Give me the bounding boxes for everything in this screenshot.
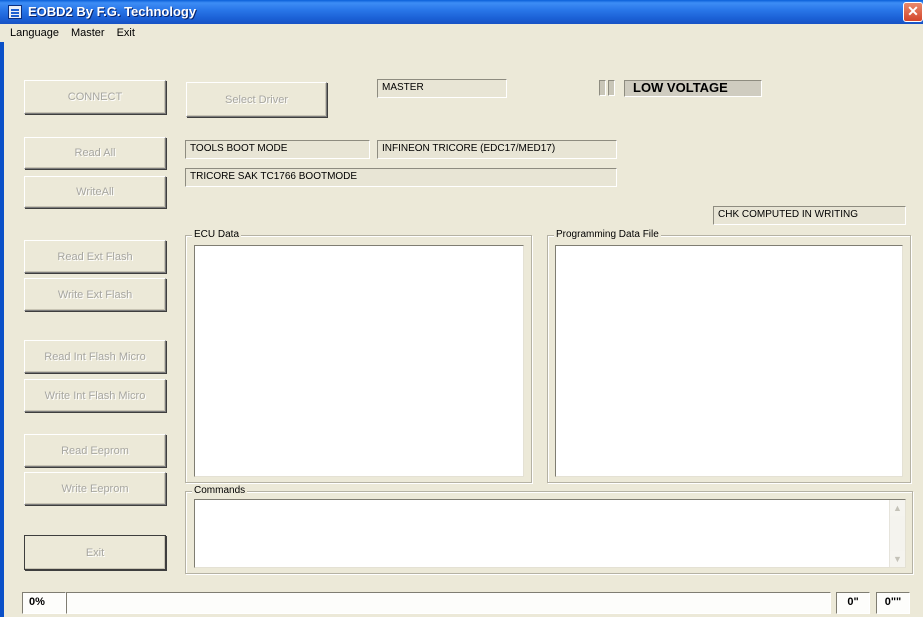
app-icon [8,5,22,19]
write-ext-flash-button[interactable]: Write Ext Flash [24,278,166,311]
scroll-up-icon[interactable]: ▲ [890,500,905,516]
commands-scrollbar[interactable]: ▲ ▼ [889,500,905,567]
processor-field: INFINEON TRICORE (EDC17/MED17) [377,140,617,159]
voltage-status-field: LOW VOLTAGE [624,80,762,97]
ecu-data-label: ECU Data [192,229,242,241]
window-frame-left [0,24,4,617]
commands-text-area[interactable]: ▲ ▼ [194,499,906,568]
read-eeprom-button[interactable]: Read Eeprom [24,434,166,467]
menu-bar: Language Master Exit [0,24,923,42]
progress-status: 0% [22,592,66,614]
menu-exit[interactable]: Exit [117,27,135,39]
boot-detail-field: TRICORE SAK TC1766 BOOTMODE [185,168,617,187]
voltage-indicator-2 [608,80,615,96]
ecu-data-group: ECU Data [185,229,532,483]
connect-button[interactable]: CONNECT [24,80,166,114]
programming-data-file-list[interactable] [555,245,903,477]
read-int-flash-micro-button[interactable]: Read Int Flash Micro [24,340,166,373]
commands-label: Commands [192,485,248,497]
boot-mode-field: TOOLS BOOT MODE [185,140,370,159]
scroll-down-icon[interactable]: ▼ [890,551,905,567]
checksum-field: CHK COMPUTED IN WRITING [713,206,906,225]
menu-master[interactable]: Master [71,27,105,39]
title-bar: EOBD2 By F.G. Technology ✕ [0,0,923,24]
ecu-data-list[interactable] [194,245,524,477]
write-all-button[interactable]: WriteAll [24,176,166,208]
read-ext-flash-button[interactable]: Read Ext Flash [24,240,166,273]
programming-data-file-group: Programming Data File [547,229,911,483]
window-title: EOBD2 By F.G. Technology [28,4,197,19]
select-driver-button[interactable]: Select Driver [186,82,327,117]
mode-field: MASTER [377,79,507,98]
exit-button[interactable]: Exit [24,535,166,570]
time-seconds: 0" [836,592,870,614]
status-message [66,592,831,614]
time-subseconds: 0"" [876,592,910,614]
write-eeprom-button[interactable]: Write Eeprom [24,472,166,505]
commands-group: Commands ▲ ▼ [185,485,913,574]
read-all-button[interactable]: Read All [24,137,166,169]
voltage-indicator-1 [599,80,606,96]
close-button[interactable]: ✕ [903,2,923,22]
write-int-flash-micro-button[interactable]: Write Int Flash Micro [24,379,166,412]
menu-language[interactable]: Language [10,27,59,39]
programming-data-file-label: Programming Data File [554,229,661,241]
